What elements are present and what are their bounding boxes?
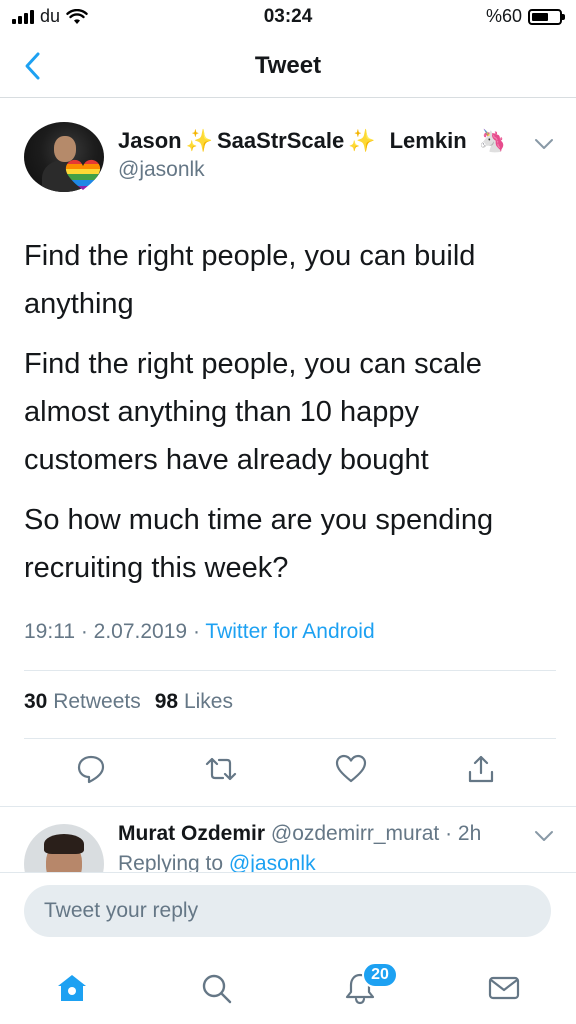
tab-bar: [0, 952, 576, 1024]
search-icon: [202, 974, 232, 1004]
reply-author: Murat Ozdemir @ozdemirr_murat · 2h: [118, 822, 482, 845]
tab-messages[interactable]: [484, 968, 524, 1008]
reply-avatar[interactable]: [24, 824, 104, 872]
tweet-stats: 30 Retweets 98 Likes: [24, 690, 233, 714]
divider: [24, 738, 556, 739]
battery-fill: [532, 12, 548, 21]
sparkles-icon: ✨: [185, 128, 213, 153]
like-button[interactable]: [334, 752, 368, 786]
likes-stat[interactable]: 98 Likes: [155, 690, 233, 714]
reply-bar: [0, 872, 576, 952]
tweet-meta: 19:11 · 2.07.2019 · Twitter for Android: [24, 620, 375, 643]
chevron-down-icon[interactable]: [532, 828, 556, 844]
tab-home[interactable]: [52, 968, 92, 1008]
page-title: Tweet: [254, 52, 322, 79]
replying-to: Replying to @jasonlk: [118, 852, 316, 872]
tweet-paragraph: So how much time are you spending recrui…: [24, 504, 494, 584]
author-first-name: Jason: [118, 128, 182, 153]
sparkles-icon: ✨: [348, 128, 376, 153]
share-button[interactable]: [464, 752, 498, 786]
battery-icon: [528, 8, 565, 25]
tweet-date: 2.07.2019: [93, 620, 188, 643]
mail-icon: [488, 976, 520, 1000]
status-right: %60: [485, 6, 565, 27]
tweet-actions: [0, 752, 576, 792]
tweet-paragraph: Find the right people, you can build any…: [24, 240, 476, 320]
reply-preview[interactable]: Murat Ozdemir @ozdemirr_murat · 2h Reply…: [0, 806, 576, 872]
share-icon: [468, 755, 494, 783]
author-middle-name: SaaStrScale: [217, 128, 345, 153]
tweet-time: 19:11: [24, 620, 75, 643]
tab-search[interactable]: [196, 968, 236, 1008]
reply-author-name: Murat Ozdemir: [118, 822, 266, 845]
battery-percent: %60: [485, 6, 522, 26]
reply-button[interactable]: [74, 752, 108, 786]
tweet-source-link[interactable]: Twitter for Android: [205, 620, 374, 643]
author-handle[interactable]: @jasonlk: [118, 158, 205, 182]
nav-bar: Tweet: [0, 36, 576, 98]
unicorn-icon: 🦄: [478, 128, 507, 153]
status-bar: du 03:24 %60: [0, 0, 576, 36]
chevron-down-icon[interactable]: [532, 136, 556, 152]
reply-input[interactable]: [24, 885, 551, 937]
rainbow-heart-icon: [65, 159, 101, 190]
tweet-paragraph: Find the right people, you can scale alm…: [24, 348, 482, 476]
heart-icon: [335, 754, 367, 783]
divider: [24, 670, 556, 671]
notifications-badge: 20: [362, 962, 398, 988]
tweet-text: Find the right people, you can build any…: [24, 232, 554, 604]
replying-to-link[interactable]: @jasonlk: [229, 852, 316, 872]
home-icon: [58, 975, 86, 1001]
retweets-stat[interactable]: 30 Retweets: [24, 690, 141, 714]
reply-author-handle: @ozdemirr_murat: [270, 822, 440, 845]
reply-age: 2h: [457, 822, 482, 845]
author-name[interactable]: Jason ✨ SaaStrScale ✨ Lemkin 🦄: [118, 128, 506, 154]
retweet-icon: [205, 757, 237, 781]
retweet-button[interactable]: [204, 752, 238, 786]
reply-icon: [77, 755, 105, 784]
author-last-name: Lemkin: [389, 128, 467, 153]
